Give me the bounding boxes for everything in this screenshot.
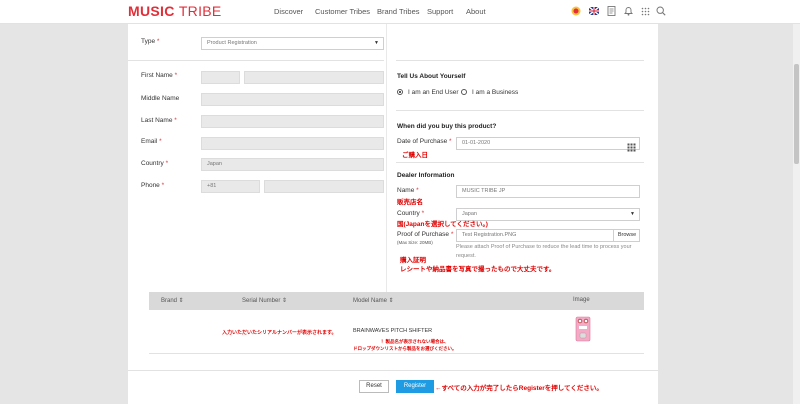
model-annotation-1: ！製品名が表示されない場合は、: [381, 339, 449, 344]
logo-bold-text: MUSIC: [128, 3, 175, 19]
th-image: Image: [573, 297, 590, 303]
end-user-option-label: I am an End User: [408, 89, 459, 96]
calendar-icon[interactable]: [627, 139, 636, 152]
dealer-country-annotation: 国(Japanを選択してください。): [397, 221, 488, 228]
date-of-purchase-input[interactable]: 01-01-2020: [456, 137, 640, 150]
model-annotation-2: ドロップダウンリストから製品をお選びください。: [353, 346, 457, 351]
top-navbar: MUSIC TRIBE Discover Customer Tribes Bra…: [0, 0, 800, 24]
dealer-name-annotation: 販売店名: [397, 199, 423, 206]
column-divider: [386, 24, 387, 292]
proof-file-value: Test Registration.PNG: [462, 232, 517, 238]
reset-button[interactable]: Reset: [359, 380, 389, 393]
bell-icon[interactable]: [623, 6, 633, 16]
purchase-heading: When did you buy this product?: [397, 123, 497, 130]
th-brand[interactable]: Brand ⇕: [161, 297, 184, 304]
end-user-radio[interactable]: [397, 89, 403, 95]
avatar-icon[interactable]: [571, 6, 581, 16]
apps-grid-icon[interactable]: [640, 6, 650, 16]
browse-button[interactable]: Browse: [613, 229, 640, 242]
page-scrollbar[interactable]: [793, 24, 800, 404]
divider-left-top: [128, 60, 384, 61]
proof-size-note: (Max Size: 20MB): [397, 240, 433, 245]
divider-right-top: [396, 60, 644, 61]
date-of-purchase-value: 01-01-2020: [462, 140, 491, 146]
nav-about[interactable]: About: [466, 7, 486, 16]
chevron-down-icon: ▼: [374, 40, 379, 46]
date-annotation: ご購入日: [402, 152, 428, 159]
first-name-prefix-input[interactable]: [201, 71, 240, 84]
serial-annotation: 入力いただいたシリアルナンバーが表示されます。: [222, 330, 337, 336]
product-table-header: Brand ⇕ Serial Number ⇕ Model Name ⇕ Ima…: [149, 292, 644, 310]
footer-divider: [128, 370, 658, 371]
divider-tell-us: [396, 110, 644, 111]
country-input[interactable]: Japan: [201, 158, 384, 171]
country-label: Country *: [141, 160, 169, 167]
first-name-label: First Name *: [141, 72, 178, 79]
th-model-name[interactable]: Model Name ⇕: [353, 297, 394, 304]
dealer-heading: Dealer Information: [397, 172, 455, 179]
th-serial-number[interactable]: Serial Number ⇕: [242, 297, 287, 304]
phone-number-input[interactable]: [264, 180, 384, 193]
proof-label: Proof of Purchase *: [397, 231, 454, 238]
first-name-input[interactable]: [244, 71, 384, 84]
phone-label: Phone *: [141, 182, 165, 189]
logo-thin-text: TRIBE: [178, 3, 222, 19]
tell-us-heading: Tell Us About Yourself: [397, 73, 466, 80]
middle-name-label: Middle Name: [141, 95, 180, 102]
date-of-purchase-label: Date of Purchase *: [397, 138, 452, 145]
proof-hint: Please attach Proof of Purchase to reduc…: [456, 244, 632, 259]
dealer-country-value: Japan: [462, 211, 477, 217]
nav-support[interactable]: Support: [427, 7, 453, 16]
email-label: Email *: [141, 138, 162, 145]
uk-flag-icon[interactable]: [588, 6, 600, 16]
dealer-country-label: Country *: [397, 210, 425, 217]
business-radio[interactable]: [461, 89, 467, 95]
dealer-name-label: Name *: [397, 187, 419, 194]
type-select-value: Product Registration: [207, 40, 257, 46]
phone-code-input[interactable]: +81: [201, 180, 260, 193]
model-name-cell: BRAINWAVES PITCH SHIFTER: [353, 328, 433, 334]
nav-discover[interactable]: Discover: [274, 7, 303, 16]
registration-card: Type * Product Registration ▼ First Name…: [128, 24, 658, 404]
divider-purchase: [396, 162, 644, 163]
dealer-name-value: MUSIC TRIBE JP: [462, 188, 506, 194]
country-value: Japan: [207, 161, 222, 167]
music-tribe-logo[interactable]: MUSIC TRIBE: [128, 3, 222, 19]
scrollbar-thumb[interactable]: [794, 64, 799, 164]
proof-annotation-2: レシートや納品書を写真で撮ったもので大丈夫です。: [400, 266, 556, 273]
register-button[interactable]: Register: [396, 380, 434, 393]
pedal-product-image: [575, 316, 591, 342]
dealer-name-input[interactable]: MUSIC TRIBE JP: [456, 185, 640, 198]
middle-name-input[interactable]: [201, 93, 384, 106]
search-icon[interactable]: [656, 6, 666, 16]
chevron-down-icon: ▼: [630, 211, 635, 217]
business-option-label: I am a Business: [472, 89, 519, 96]
last-name-label: Last Name *: [141, 117, 177, 124]
nav-brand-tribes[interactable]: Brand Tribes: [377, 7, 420, 16]
type-label: Type *: [141, 38, 160, 45]
email-input[interactable]: [201, 137, 384, 150]
last-name-input[interactable]: [201, 115, 384, 128]
type-select[interactable]: Product Registration ▼: [201, 37, 384, 50]
table-bottom-border: [149, 353, 644, 354]
nav-customer-tribes[interactable]: Customer Tribes: [315, 7, 370, 16]
register-annotation: ←すべての入力が完了したらRegisterを押してください。: [435, 385, 603, 392]
phone-code-value: +81: [207, 183, 217, 189]
document-icon[interactable]: [606, 6, 616, 16]
